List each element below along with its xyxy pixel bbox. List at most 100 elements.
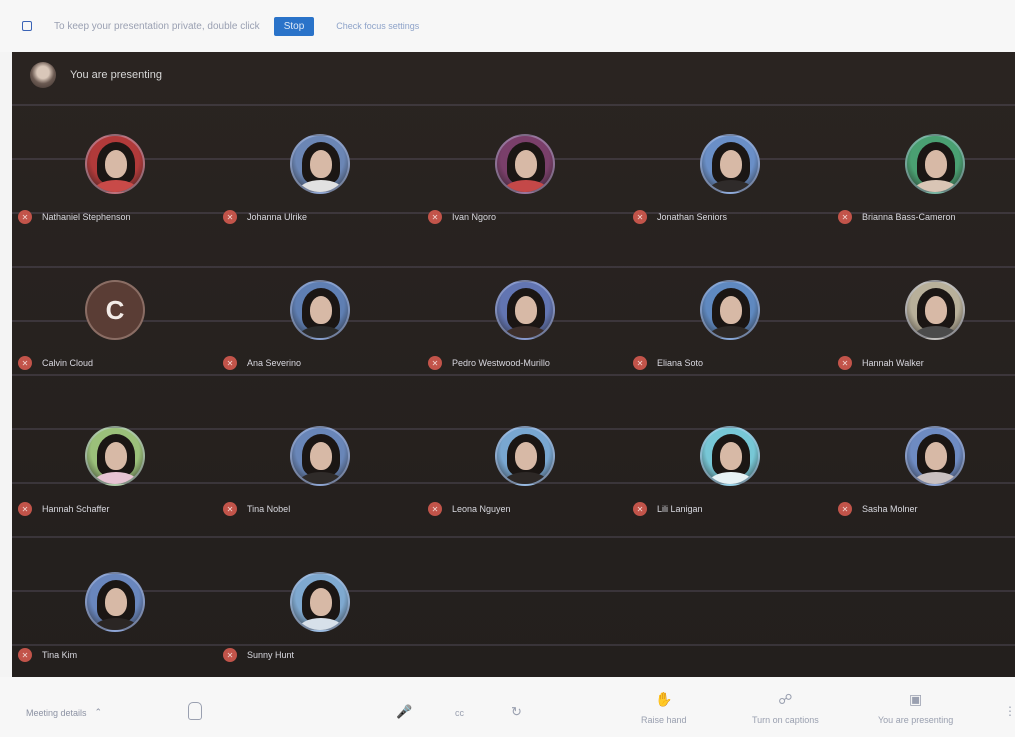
muted-mic-icon: ✕ [18,648,32,662]
participant-name-row: ✕ Pedro Westwood-Murillo [428,356,550,370]
banner-message: To keep your presentation private, doubl… [54,20,260,32]
raise-hand-label: Raise hand [641,715,687,725]
participant-avatar [905,280,965,340]
control-bar: Meeting details ⌃ 🎤 cc ↻ ✋ Raise hand ☍ … [0,677,1015,737]
participant-name: Jonathan Seniors [657,212,728,222]
participant-tile[interactable]: ✕ Tina Nobel [217,414,422,524]
stop-presenting-button[interactable]: Stop [273,16,315,36]
muted-mic-icon: ✕ [633,356,647,370]
participant-avatar [905,134,965,194]
participant-tile[interactable]: ✕ Sasha Molner [832,414,1015,524]
avatar-body [298,618,344,630]
participant-tile[interactable]: ✕ Nathaniel Stephenson [12,122,217,232]
avatar-letter: C [105,294,125,325]
participant-name: Pedro Westwood-Murillo [452,358,550,368]
participant-tile[interactable]: ✕ Sunny Hunt [217,560,422,670]
participant-name-row: ✕ Hannah Schaffer [18,502,109,516]
participant-name: Leona Nguyen [452,504,511,514]
participant-avatar [700,134,760,194]
participant-tile[interactable]: ✕ Leona Nguyen [422,414,627,524]
muted-mic-icon: ✕ [633,502,647,516]
present-screen-icon: ▣ [909,691,923,707]
participant-tile[interactable]: ✕ Jonathan Seniors [627,122,832,232]
captions-toggle[interactable]: cc [455,708,464,718]
participant-name-row: ✕ Jonathan Seniors [633,210,727,224]
present-now-button[interactable]: ▣ You are presenting [878,691,953,725]
muted-mic-icon: ✕ [428,210,442,224]
participant-name-row: ✕ Sunny Hunt [223,648,294,662]
participant-name: Hannah Walker [862,358,924,368]
turn-on-captions-button[interactable]: ☍ Turn on captions [752,691,819,725]
avatar-face [720,442,742,470]
muted-mic-icon: ✕ [18,356,32,370]
focus-settings-link[interactable]: Check focus settings [336,21,419,31]
presentation-banner: To keep your presentation private, doubl… [0,0,1015,52]
participant-avatar: C [85,280,145,340]
participant-name: Hannah Schaffer [42,504,110,514]
avatar-body [503,326,549,338]
presenter-avatar [30,62,56,88]
participant-name-row: ✕ Tina Nobel [223,502,290,516]
participant-avatar [495,134,555,194]
participant-avatar [290,572,350,632]
participant-tile[interactable]: ✕ Lili Lanigan [627,414,832,524]
participant-tile[interactable]: ✕ Hannah Schaffer [12,414,217,524]
avatar-face [105,588,127,616]
participant-avatar [495,280,555,340]
participant-name: Eliana Soto [657,358,704,368]
turn-on-captions-label: Turn on captions [752,715,819,725]
avatar-body [503,472,549,484]
microphone-icon[interactable]: 🎤 [396,704,412,720]
participant-tile[interactable]: C ✕ Calvin Cloud [12,268,217,378]
participant-tile[interactable]: ✕ Hannah Walker [832,268,1015,378]
participant-name: Ivan Ngoro [452,212,497,222]
raise-hand-icon: ✋ [655,691,673,707]
participant-name-row: ✕ Brianna Bass-Cameron [838,210,956,224]
muted-mic-icon: ✕ [18,502,32,516]
participant-name: Johanna Ulrike [247,212,308,222]
hand-icon[interactable] [188,702,202,720]
meeting-stage: You are presenting ✕ Nathaniel Stephenson… [12,52,1015,677]
participant-name: Nathaniel Stephenson [42,212,131,222]
muted-mic-icon: ✕ [223,648,237,662]
participant-name-row: ✕ Sasha Molner [838,502,918,516]
participant-name-row: ✕ Leona Nguyen [428,502,511,516]
participant-tile[interactable]: ✕ Ana Severino [217,268,422,378]
meeting-details-label: Meeting details [26,707,87,718]
participant-tile[interactable]: ✕ Johanna Ulrike [217,122,422,232]
participant-avatar [85,426,145,486]
meeting-details-button[interactable]: Meeting details ⌃ [26,707,102,718]
chevron-up-icon: ⌃ [94,707,103,717]
participant-tile[interactable]: ✕ Ivan Ngoro [422,122,627,232]
participant-avatar [85,572,145,632]
avatar-face [310,442,332,470]
captions-icon: ☍ [778,691,793,707]
muted-mic-icon: ✕ [428,502,442,516]
participant-tile[interactable]: ✕ Brianna Bass-Cameron [832,122,1015,232]
participant-tile[interactable]: ✕ Tina Kim [12,560,217,670]
participant-tile[interactable]: ✕ Eliana Soto [627,268,832,378]
muted-mic-icon: ✕ [838,210,852,224]
avatar-face [105,150,127,178]
participant-name-row: ✕ Lili Lanigan [633,502,703,516]
participant-avatar [290,280,350,340]
muted-mic-icon: ✕ [633,210,647,224]
muted-mic-icon: ✕ [838,502,852,516]
avatar-body [913,326,959,338]
avatar-face [515,296,537,324]
more-options-icon[interactable]: ⋮ [1004,704,1015,718]
participant-name: Brianna Bass-Cameron [862,212,956,222]
participant-avatar [290,134,350,194]
avatar-face [310,588,332,616]
avatar-body [708,326,754,338]
participant-avatar [85,134,145,194]
camera-icon[interactable]: ↻ [511,704,522,720]
meet-window: To keep your presentation private, doubl… [0,0,1015,737]
avatar-face [515,150,537,178]
participant-tile[interactable]: ✕ Pedro Westwood-Murillo [422,268,627,378]
muted-mic-icon: ✕ [18,210,32,224]
avatar-face [925,442,947,470]
participant-avatar [700,280,760,340]
participant-name: Calvin Cloud [42,358,94,368]
raise-hand-button[interactable]: ✋ Raise hand [641,691,687,725]
